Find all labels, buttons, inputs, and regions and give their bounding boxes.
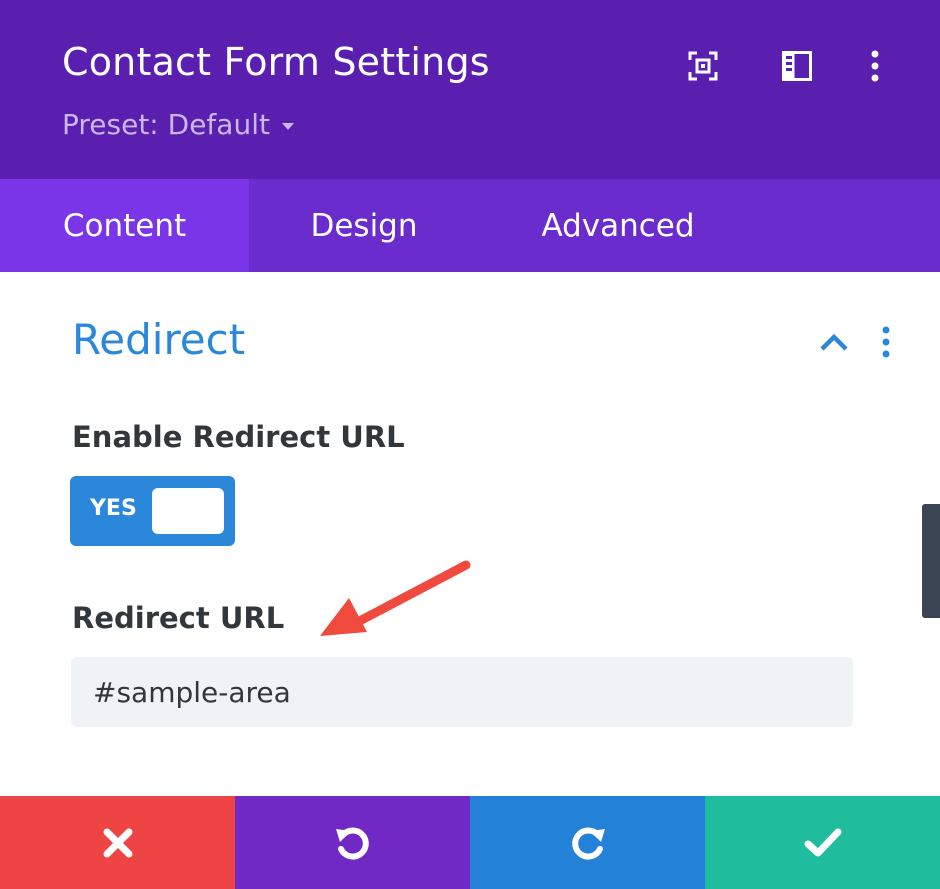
tab-bar: Content Design Advanced bbox=[0, 179, 940, 272]
redo-button[interactable] bbox=[470, 796, 705, 889]
close-icon bbox=[103, 828, 132, 857]
page-title: Contact Form Settings bbox=[62, 40, 490, 84]
sidebar-layout-icon[interactable] bbox=[779, 48, 815, 84]
tab-content[interactable]: Content bbox=[0, 179, 249, 272]
focus-mode-icon[interactable] bbox=[685, 48, 721, 84]
undo-button[interactable] bbox=[235, 796, 470, 889]
chevron-up-icon[interactable] bbox=[814, 322, 854, 362]
caret-down-icon bbox=[281, 122, 294, 130]
preset-dropdown[interactable]: Preset: Default bbox=[62, 108, 294, 141]
settings-header: Contact Form Settings Preset: Default bbox=[0, 0, 940, 179]
check-icon bbox=[804, 828, 841, 856]
redo-icon bbox=[571, 827, 605, 860]
save-button[interactable] bbox=[705, 796, 940, 889]
enable-redirect-label: Enable Redirect URL bbox=[72, 420, 405, 454]
discard-button[interactable] bbox=[0, 796, 235, 889]
section-title[interactable]: Redirect bbox=[72, 315, 245, 364]
undo-icon bbox=[335, 827, 369, 860]
scrollbar-thumb[interactable] bbox=[922, 504, 940, 618]
redirect-url-input[interactable] bbox=[71, 657, 853, 727]
enable-redirect-toggle[interactable]: YES bbox=[70, 476, 235, 546]
preset-label: Preset: Default bbox=[62, 108, 270, 141]
tab-advanced[interactable]: Advanced bbox=[479, 179, 757, 272]
toggle-state-label: YES bbox=[90, 496, 137, 521]
toggle-knob bbox=[152, 488, 224, 534]
more-options-icon[interactable] bbox=[857, 48, 893, 84]
redirect-url-label: Redirect URL bbox=[72, 601, 285, 635]
section-more-options-icon[interactable] bbox=[872, 322, 900, 362]
tab-design[interactable]: Design bbox=[249, 179, 479, 272]
action-bar bbox=[0, 796, 940, 889]
